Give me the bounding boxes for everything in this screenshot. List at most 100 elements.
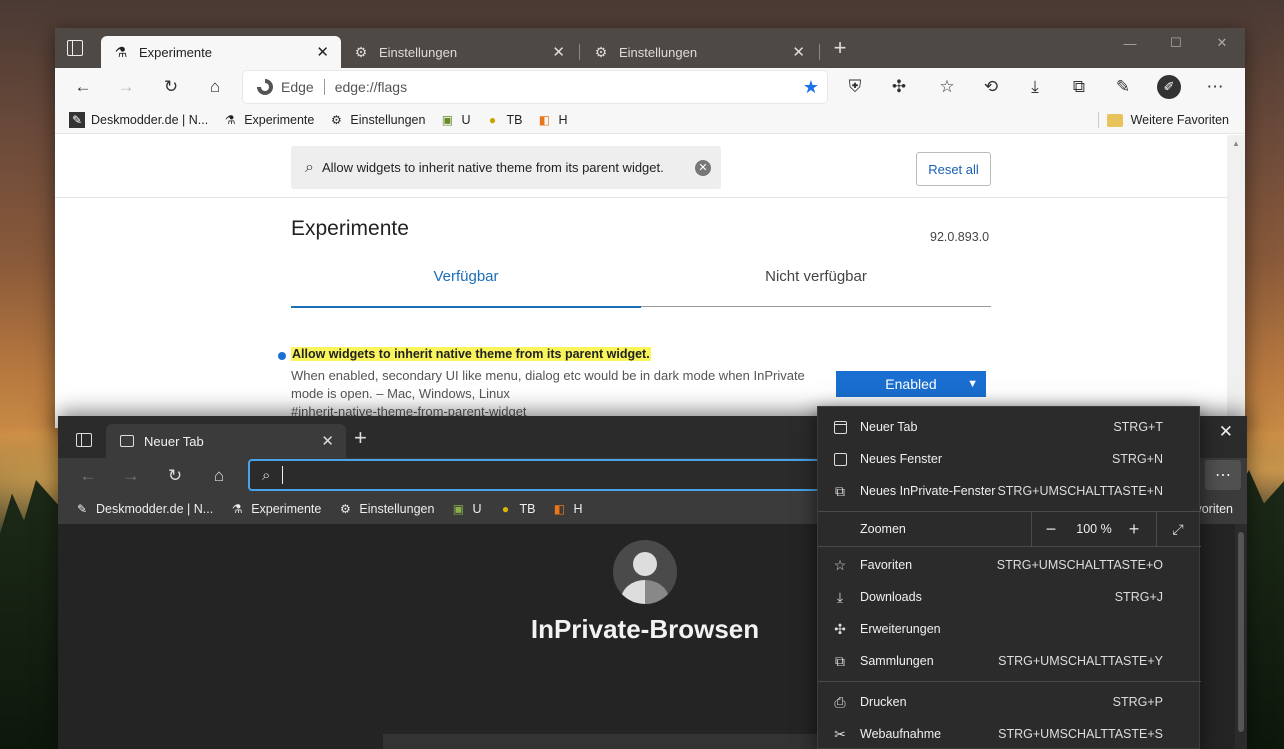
page-search-box[interactable]	[383, 734, 823, 749]
other-favorites[interactable]: Weitere Favoriten	[1097, 112, 1229, 128]
tab-experimente[interactable]: ⚗ Experimente ✕	[101, 36, 341, 68]
tab-actions-icon[interactable]	[76, 433, 92, 447]
menu-item-new-window[interactable]: Neues Fenster STRG+N	[818, 443, 1201, 475]
ublock-shield-icon[interactable]: ⛨	[843, 75, 867, 99]
page-title: Experimente	[291, 217, 409, 240]
menu-item-new-inprivate-window[interactable]: ⧉ Neues InPrivate-Fenster STRG+UMSCHALTT…	[818, 475, 1201, 507]
page-scrollbar[interactable]: ▲	[1227, 135, 1245, 428]
flag-description-line: mode is open. – Mac, Windows, Linux	[291, 386, 510, 401]
scrollbar-thumb[interactable]	[1238, 532, 1244, 732]
menu-item-label: Sammlungen	[860, 654, 934, 668]
flag-state-select[interactable]: Enabled ▼	[836, 371, 986, 397]
favorite-label: TB	[519, 502, 536, 516]
menu-item-shortcut: STRG+UMSCHALTTASTE+Y	[998, 654, 1163, 668]
menu-item-extensions[interactable]: ✣ Erweiterungen	[818, 613, 1201, 645]
minimize-icon[interactable]: —	[1107, 28, 1153, 58]
more-options-icon[interactable]: ⋯	[1205, 460, 1241, 490]
favorite-label: Einstellungen	[350, 112, 426, 127]
favorites-list-icon[interactable]: ☆	[935, 75, 959, 99]
zoom-out-icon[interactable]: −	[1039, 517, 1063, 541]
close-tab-icon[interactable]: ✕	[316, 43, 329, 61]
favorite-einstellungen[interactable]: ⚙ Einstellungen	[337, 501, 434, 517]
menu-item-favorites[interactable]: ☆ Favoriten STRG+UMSCHALTTASTE+O	[818, 549, 1201, 581]
tab-available[interactable]: Verfügbar	[291, 268, 641, 308]
tab-unavailable[interactable]: Nicht verfügbar	[641, 268, 991, 307]
zoom-separator	[1156, 512, 1157, 546]
bookmark-tb-icon: ●	[501, 502, 510, 516]
back-arrow-icon[interactable]: ←	[76, 464, 100, 488]
tab-neuer-tab[interactable]: Neuer Tab ✕	[106, 424, 346, 458]
menu-separator	[818, 546, 1201, 547]
menu-item-print[interactable]: ⎙ Drucken STRG+P	[818, 686, 1201, 718]
menu-item-shortcut: STRG+N	[1111, 452, 1163, 466]
extensions-puzzle-icon[interactable]: ✣	[887, 75, 911, 99]
favorite-deskmodder[interactable]: ✎ Deskmodder.de | N...	[69, 111, 208, 128]
web-capture-icon[interactable]: ✎	[1111, 75, 1135, 99]
favorite-h[interactable]: ◧ H	[551, 501, 583, 517]
tab-title: Einstellungen	[379, 44, 458, 60]
flag-description-line: When enabled, secondary UI like menu, di…	[291, 368, 805, 383]
menu-item-collections[interactable]: ⧉ Sammlungen STRG+UMSCHALTTASTE+Y	[818, 645, 1201, 677]
tab-einstellungen-2[interactable]: ⚙ Einstellungen ✕	[581, 36, 817, 68]
reset-all-button[interactable]: Reset all	[916, 152, 991, 186]
tab-actions-icon[interactable]	[67, 40, 83, 56]
chevron-down-icon: ▼	[967, 378, 978, 390]
new-tab-plus-icon[interactable]: +	[354, 427, 367, 449]
back-arrow-icon[interactable]: ←	[71, 75, 95, 99]
menu-item-shortcut: STRG+UMSCHALTTASTE+O	[996, 558, 1163, 572]
favorite-u[interactable]: ▣ U	[450, 501, 482, 517]
wallpaper-trees-left	[0, 480, 60, 749]
zoom-label: Zoomen	[860, 522, 906, 536]
menu-item-shortcut: STRG+UMSCHALTTASTE+N	[997, 484, 1163, 498]
address-bar[interactable]: ⌕	[248, 459, 848, 491]
new-tab-plus-icon[interactable]: +	[830, 37, 850, 59]
collections-icon[interactable]: ⧉	[1067, 75, 1091, 99]
close-window-icon[interactable]: ✕	[1199, 28, 1245, 58]
flag-state-value: Enabled	[885, 376, 937, 392]
home-icon[interactable]: ⌂	[207, 464, 231, 488]
forward-arrow-icon[interactable]: →	[119, 464, 143, 488]
edge-logo-icon	[257, 79, 273, 95]
refresh-icon[interactable]: ↻	[163, 464, 187, 488]
other-favorites-partial[interactable]: voriten	[1195, 502, 1233, 516]
favorite-einstellungen[interactable]: ⚙ Einstellungen	[328, 112, 425, 128]
profile-avatar[interactable]: ✐	[1157, 75, 1181, 99]
favorite-h[interactable]: ◧ H	[536, 112, 568, 128]
clear-search-icon[interactable]: ✕	[695, 159, 711, 176]
favorite-experimente[interactable]: ⚗ Experimente	[229, 501, 322, 517]
tab-einstellungen-1[interactable]: ⚙ Einstellungen ✕	[341, 36, 577, 68]
favorite-label: Deskmodder.de | N...	[96, 502, 214, 516]
fullscreen-icon[interactable]: ⤢	[1166, 517, 1190, 541]
search-icon: ⌕	[305, 158, 314, 176]
page-scrollbar[interactable]	[1235, 524, 1247, 749]
menu-item-label: Neues Fenster	[860, 452, 942, 466]
home-icon[interactable]: ⌂	[203, 75, 227, 99]
forward-arrow-icon[interactable]: →	[114, 75, 138, 99]
menu-item-web-capture[interactable]: ✂ Webaufnahme STRG+UMSCHALTTASTE+S	[818, 718, 1201, 749]
close-tab-icon[interactable]: ✕	[321, 432, 334, 450]
close-window-icon[interactable]: ✕	[1219, 422, 1233, 442]
favorite-experimente[interactable]: ⚗ Experimente	[222, 112, 315, 128]
favorite-tb[interactable]: ● TB	[484, 112, 523, 128]
text-caret	[282, 466, 284, 484]
menu-item-downloads[interactable]: ⤓ Downloads STRG+J	[818, 581, 1201, 613]
address-url[interactable]: edge://flags	[335, 79, 407, 95]
refresh-icon[interactable]: ↻	[159, 75, 183, 99]
favorite-deskmodder[interactable]: ✎ Deskmodder.de | N...	[74, 501, 213, 517]
maximize-icon[interactable]: ☐	[1153, 28, 1199, 58]
menu-item-zoom: Zoomen − 100 % + ⤢	[818, 512, 1201, 546]
zoom-in-icon[interactable]: +	[1122, 517, 1146, 541]
favorite-star-icon[interactable]: ★	[803, 77, 819, 98]
flags-search-input[interactable]: ⌕ Allow widgets to inherit native theme …	[291, 146, 721, 189]
address-brand: Edge	[281, 79, 314, 95]
close-tab-icon[interactable]: ✕	[792, 43, 805, 61]
favorite-u[interactable]: ▣ U	[439, 112, 471, 128]
close-tab-icon[interactable]: ✕	[552, 43, 565, 61]
download-icon[interactable]: ⤓	[1023, 75, 1047, 99]
menu-item-new-tab[interactable]: Neuer Tab STRG+T	[818, 411, 1201, 443]
history-icon[interactable]: ⟲	[979, 75, 1003, 99]
scroll-up-arrow-icon[interactable]: ▲	[1232, 139, 1240, 148]
favorite-tb[interactable]: ● TB	[497, 501, 536, 517]
more-options-icon[interactable]: ⋯	[1203, 75, 1227, 99]
address-bar[interactable]: Edge edge://flags ★	[243, 71, 827, 103]
